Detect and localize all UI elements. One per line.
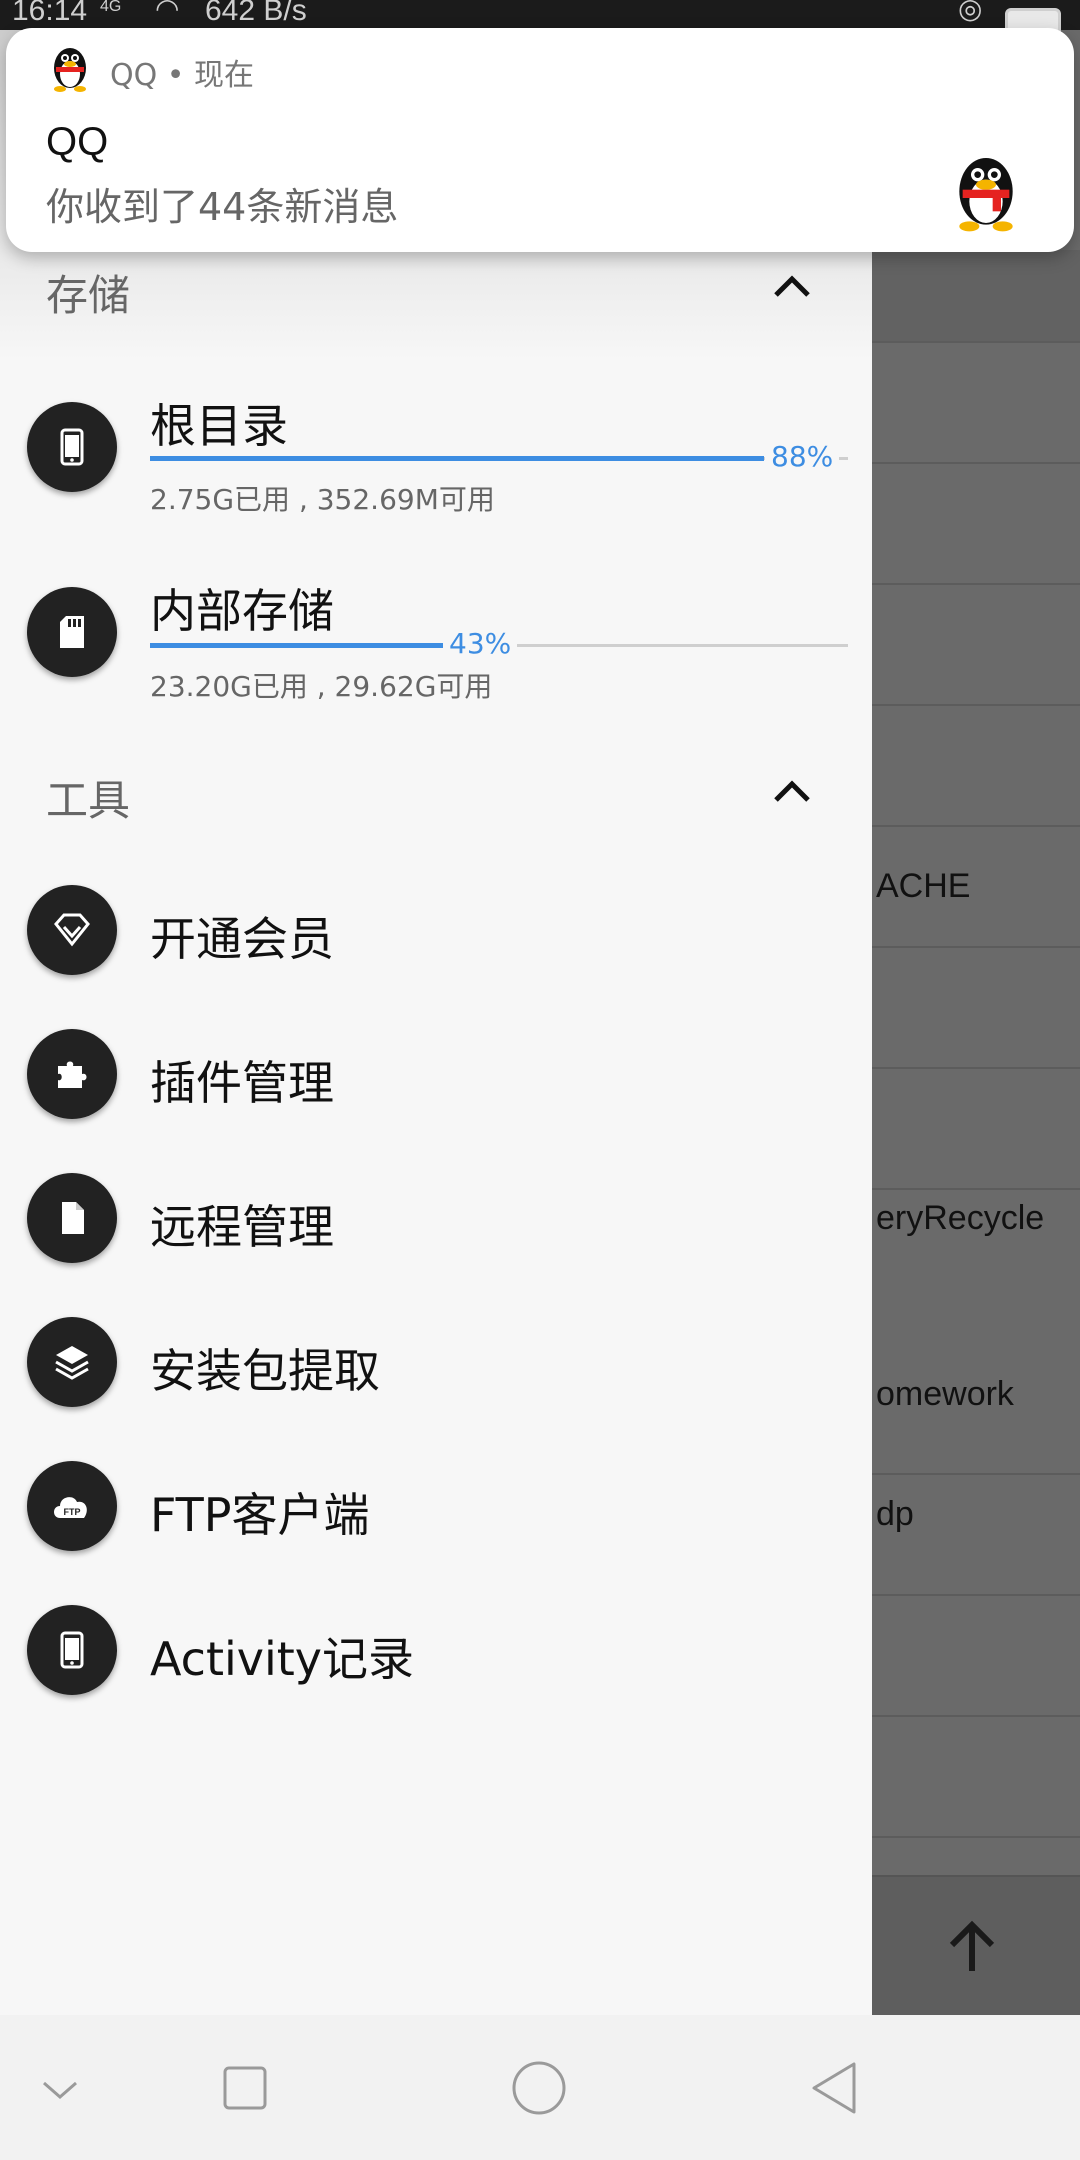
- tools-section-title: 工具: [46, 776, 131, 825]
- status-speed: 642 B/s: [205, 0, 307, 27]
- qq-notification[interactable]: QQ • 现在 QQ 你收到了44条新消息: [6, 28, 1074, 252]
- tools-section-header[interactable]: 工具: [0, 745, 872, 855]
- storage-detail: 23.20G已用 , 29.62G可用: [150, 670, 493, 703]
- storage-item-root[interactable]: 根目录 88% 2.75G已用 , 352.69M可用: [0, 390, 872, 550]
- status-network: 4G: [100, 0, 122, 15]
- recent-apps-icon[interactable]: [222, 2065, 268, 2111]
- back-icon[interactable]: [808, 2060, 860, 2116]
- chevron-up-icon[interactable]: [772, 772, 812, 812]
- tool-item-label: FTP客户端: [150, 1488, 370, 1542]
- tool-item-remote[interactable]: 远程管理: [0, 1168, 872, 1298]
- storage-percent: 43%: [443, 627, 518, 660]
- diamond-icon: [27, 885, 117, 975]
- background-file-list: ACHE eryRecycle omework dp: [872, 0, 1080, 2015]
- storage-item-label: 根目录: [150, 399, 288, 453]
- storage-section-title: 存储: [46, 271, 131, 320]
- bg-list-row: eryRecycle: [872, 1069, 1080, 1237]
- tool-item-label: Activity记录: [150, 1632, 415, 1686]
- bg-list-row: omework: [872, 1310, 1080, 1475]
- status-bar: 16:14 4G ◠ 642 B/s ◎: [0, 0, 1080, 36]
- tool-item-ftp[interactable]: FTP FTP客户端: [0, 1456, 872, 1586]
- bg-list-row: [872, 948, 1080, 1069]
- notification-app-name: QQ: [110, 58, 158, 93]
- tool-item-label: 开通会员: [150, 912, 334, 966]
- bg-list-row: ACHE: [872, 827, 1080, 948]
- storage-progress-fill: [150, 643, 451, 648]
- phone-icon: [27, 1605, 117, 1695]
- storage-item-internal[interactable]: 内部存储 43% 23.20G已用 , 29.62G可用: [0, 575, 872, 735]
- qq-penguin-small-icon: [54, 48, 86, 92]
- tool-item-activity-log[interactable]: Activity记录: [0, 1600, 872, 1730]
- tool-item-plugins[interactable]: 插件管理: [0, 1024, 872, 1154]
- storage-progress-track: [150, 456, 848, 461]
- bg-list-row: [872, 1596, 1080, 1717]
- notification-body: 你收到了44条新消息: [46, 185, 399, 229]
- storage-item-label: 内部存储: [150, 584, 334, 638]
- file-icon: [27, 1173, 117, 1263]
- sd-card-icon: [27, 587, 117, 677]
- tool-item-label: 安装包提取: [150, 1344, 380, 1398]
- notification-title: QQ: [46, 120, 109, 164]
- tool-item-label: 插件管理: [150, 1056, 334, 1110]
- qq-penguin-large-icon: [959, 158, 1013, 232]
- ftp-cloud-icon: FTP: [27, 1461, 117, 1551]
- bg-list-row: [872, 706, 1080, 827]
- storage-detail: 2.75G已用 , 352.69M可用: [150, 483, 495, 516]
- chevron-up-icon[interactable]: [772, 267, 812, 307]
- bg-list-row: [872, 585, 1080, 706]
- storage-section-header[interactable]: 存储: [0, 240, 872, 350]
- system-navigation-bar: [0, 2015, 1080, 2160]
- tool-item-label: 远程管理: [150, 1200, 334, 1254]
- navigation-drawer: 存储 根目录 88% 2.75G已用 , 352.69M可用 内部存储 43% …: [0, 0, 872, 2015]
- notification-app-row: QQ • 现在: [110, 50, 254, 94]
- bg-list-row: [872, 343, 1080, 464]
- bg-list-header: [872, 250, 1080, 343]
- puzzle-icon: [27, 1029, 117, 1119]
- svg-text:FTP: FTP: [64, 1507, 81, 1517]
- storage-progress-fill: [150, 456, 765, 461]
- notification-separator: •: [166, 58, 195, 93]
- tool-item-apk-extract[interactable]: 安装包提取: [0, 1312, 872, 1442]
- bg-list-row: dp: [872, 1475, 1080, 1596]
- phone-icon: [27, 402, 117, 492]
- home-icon[interactable]: [511, 2060, 567, 2116]
- tool-item-vip[interactable]: 开通会员: [0, 880, 872, 1010]
- chevron-down-icon[interactable]: [40, 2075, 80, 2105]
- arrow-up-icon[interactable]: [942, 1917, 1002, 1977]
- notification-time: 现在: [194, 58, 255, 93]
- storage-percent: 88%: [765, 440, 840, 473]
- wifi-icon: ◠: [155, 0, 180, 24]
- bg-bottom-bar: [872, 1875, 1080, 2015]
- status-time: 16:14: [12, 0, 88, 27]
- lock-rotation-icon: ◎: [958, 0, 983, 24]
- layers-icon: [27, 1317, 117, 1407]
- bg-list-row: [872, 464, 1080, 585]
- bg-list-row: [872, 1717, 1080, 1838]
